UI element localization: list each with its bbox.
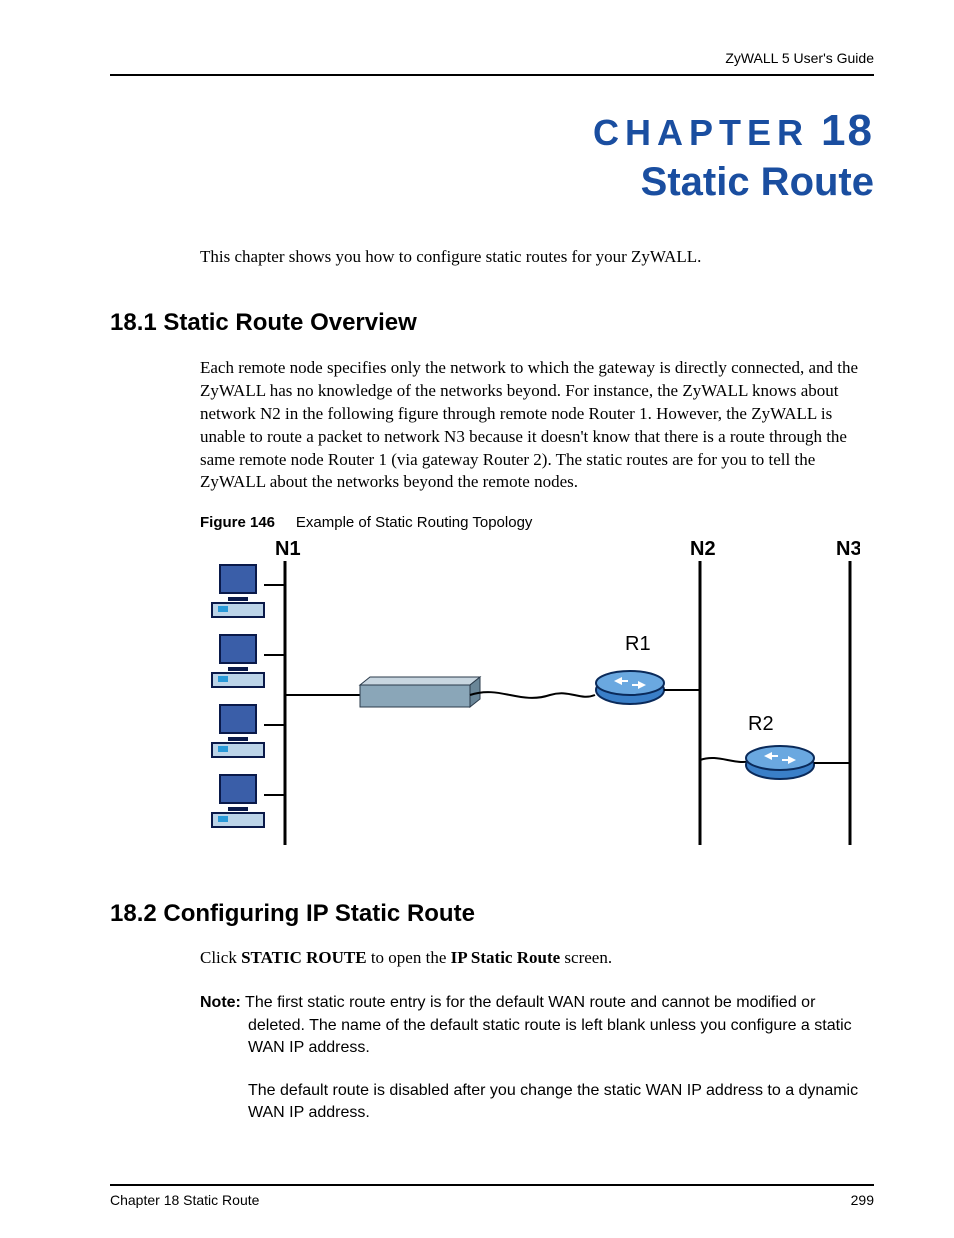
note-text: The first static route entry is for the … [241, 994, 852, 1056]
label-r2: R2 [748, 713, 774, 735]
page-header: ZyWALL 5 User's Guide [110, 50, 874, 76]
figure-caption-text: Example of Static Routing Topology [296, 514, 533, 531]
chapter-label: CHAPTER [593, 112, 809, 153]
footer-page-number: 299 [851, 1192, 874, 1208]
text-bold: IP Static Route [451, 948, 561, 967]
page-footer: Chapter 18 Static Route 299 [110, 1184, 874, 1208]
chapter-intro: This chapter shows you how to configure … [200, 245, 874, 269]
label-n1: N1 [275, 538, 301, 560]
section-18-1-body: Each remote node specifies only the netw… [200, 357, 874, 495]
chapter-title: Static Route [110, 160, 874, 205]
figure-caption: Figure 146 Example of Static Routing Top… [200, 514, 874, 531]
pc-icon [212, 635, 285, 687]
text: screen. [560, 948, 612, 967]
click-instruction: Click STATIC ROUTE to open the IP Static… [200, 948, 874, 968]
figure-label: Figure 146 [200, 514, 275, 531]
figure-topology: N1 [200, 535, 874, 860]
pc-icon [212, 565, 285, 617]
pc-icon [212, 775, 285, 827]
label-r1: R1 [625, 633, 651, 655]
text: to open the [367, 948, 451, 967]
zywall-device-icon [360, 677, 480, 707]
chapter-heading: CHAPTER 18 Static Route [110, 106, 874, 205]
chapter-number: 18 [821, 106, 874, 155]
note-label: Note: [200, 994, 241, 1011]
section-18-1-heading: 18.1 Static Route Overview [110, 309, 874, 337]
label-n3: N3 [836, 538, 860, 560]
text: Click [200, 948, 241, 967]
section-18-2-heading: 18.2 Configuring IP Static Route [110, 900, 874, 928]
note-text: The default route is disabled after you … [248, 1080, 874, 1125]
label-n2: N2 [690, 538, 716, 560]
router-icon [596, 671, 664, 704]
router-icon [746, 746, 814, 779]
pc-icon [212, 705, 285, 757]
note-block: Note: The first static route entry is fo… [200, 992, 874, 1124]
footer-chapter: Chapter 18 Static Route [110, 1192, 259, 1208]
text-bold: STATIC ROUTE [241, 948, 366, 967]
